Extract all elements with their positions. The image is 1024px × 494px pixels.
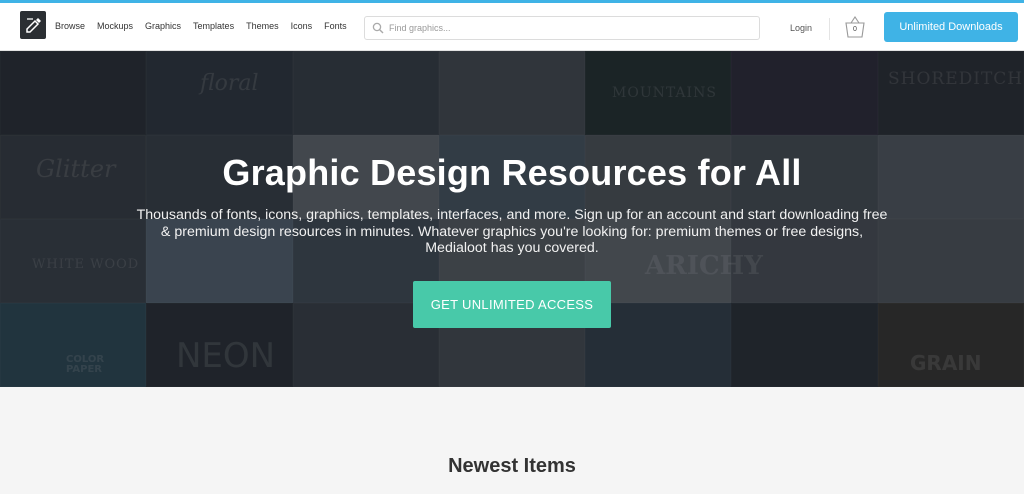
search-box — [364, 16, 760, 40]
nav-fonts[interactable]: Fonts — [324, 21, 347, 31]
hero-description: Thousands of fonts, icons, graphics, tem… — [136, 207, 888, 256]
site-header: Browse Mockups Graphics Templates Themes… — [0, 3, 1024, 51]
cart-button[interactable]: 0 — [842, 14, 868, 40]
nav-themes[interactable]: Themes — [246, 21, 279, 31]
main-nav: Browse Mockups Graphics Templates Themes… — [55, 3, 359, 49]
unlimited-downloads-button[interactable]: Unlimited Downloads — [884, 12, 1018, 42]
search-icon — [372, 22, 384, 34]
get-unlimited-access-button[interactable]: GET UNLIMITED ACCESS — [413, 281, 611, 328]
nav-mockups[interactable]: Mockups — [97, 21, 133, 31]
logo[interactable] — [20, 11, 46, 39]
nav-graphics[interactable]: Graphics — [145, 21, 181, 31]
nav-browse[interactable]: Browse — [55, 21, 85, 31]
nav-icons[interactable]: Icons — [291, 21, 313, 31]
nav-templates[interactable]: Templates — [193, 21, 234, 31]
pencil-logo-icon — [26, 18, 41, 33]
search-input[interactable] — [389, 20, 749, 36]
header-divider — [829, 18, 830, 40]
cart-count: 0 — [853, 26, 857, 33]
newest-items-heading: Newest Items — [448, 455, 576, 477]
hero-title: Graphic Design Resources for All — [222, 152, 802, 193]
hero-banner: floral MOUNTAINS SHOREDITCH Glitter WHIT… — [0, 51, 1024, 387]
login-link[interactable]: Login — [790, 23, 812, 33]
